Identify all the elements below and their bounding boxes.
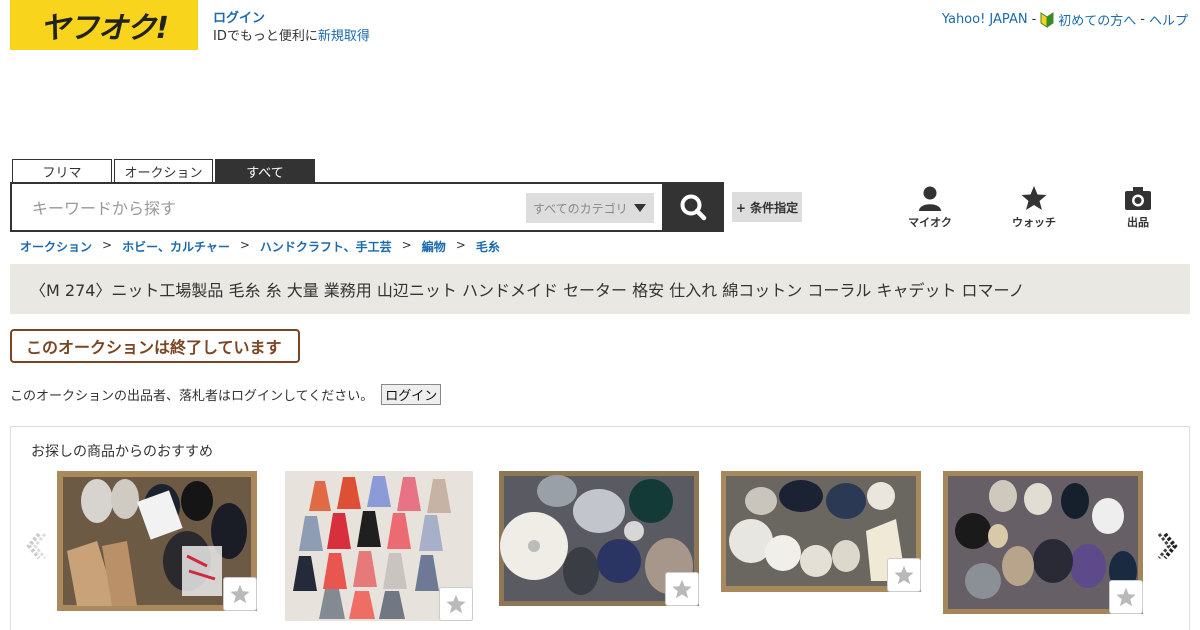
tab-all[interactable]: すべて — [215, 159, 315, 182]
logo-text: ヤフオク! — [39, 11, 169, 46]
category-select-label: すべてのカテゴリ — [533, 201, 628, 216]
my-auction-link[interactable]: マイオク — [900, 185, 960, 230]
login-block: ログイン IDでもっと便利に新規取得 — [213, 10, 370, 46]
item-title: 〈M 274〉ニット工場製品 毛糸 糸 大量 業務用 山辺ニット ハンドメイド … — [30, 281, 1025, 300]
sell-label: 出品 — [1127, 216, 1149, 229]
breadcrumb-item[interactable]: ホビー、カルチャー — [122, 238, 230, 255]
condition-button[interactable]: + 条件指定 — [732, 192, 802, 222]
star-icon — [1116, 587, 1136, 607]
watch-add-button[interactable] — [887, 558, 921, 592]
header-links: Yahoo! JAPAN - 初めての方へ - ヘルプ — [942, 10, 1188, 29]
signup-link[interactable]: 新規取得 — [318, 29, 370, 44]
recommend-item[interactable] — [57, 471, 257, 611]
recommendations-title: お探しの商品からのおすすめ — [31, 444, 213, 460]
search-tabs: フリマ オークション すべて — [12, 159, 315, 182]
watch-add-button[interactable] — [665, 572, 699, 606]
watch-label: ウォッチ — [1012, 216, 1056, 229]
first-time-link[interactable]: 初めての方へ — [1058, 10, 1136, 29]
search-icon — [680, 194, 707, 221]
carousel-prev-icon[interactable] — [25, 531, 47, 561]
item-title-bar: 〈M 274〉ニット工場製品 毛糸 糸 大量 業務用 山辺ニット ハンドメイド … — [10, 264, 1190, 314]
breadcrumb-item[interactable]: 編物 — [422, 238, 446, 255]
recommend-item[interactable] — [285, 471, 473, 621]
breadcrumb-item[interactable]: オークション — [20, 238, 92, 255]
user-icon — [919, 186, 941, 211]
star-icon — [230, 584, 250, 604]
watch-link[interactable]: ウォッチ — [1004, 185, 1064, 230]
search-button[interactable] — [662, 182, 724, 232]
recommendations-panel: お探しの商品からのおすすめ — [10, 426, 1190, 630]
login-prompt: このオークションの出品者、落札者はログインしてください。 ログイン — [10, 384, 442, 405]
breadcrumb-sep: > — [102, 238, 113, 252]
sell-link[interactable]: 出品 — [1108, 185, 1168, 230]
tab-flea-market[interactable]: フリマ — [12, 159, 112, 182]
beginner-mark-icon — [1040, 11, 1054, 28]
help-link[interactable]: ヘルプ — [1149, 10, 1188, 29]
breadcrumb-item[interactable]: ハンドクラフト、手工芸 — [260, 238, 392, 255]
search-bar: すべてのカテゴリ — [10, 182, 724, 232]
star-icon — [446, 594, 466, 614]
breadcrumb-sep: > — [401, 238, 412, 252]
login-link[interactable]: ログイン — [213, 10, 370, 28]
tab-auction[interactable]: オークション — [114, 159, 213, 182]
camera-icon — [1125, 187, 1151, 210]
carousel-next-icon[interactable] — [1157, 531, 1179, 561]
recommend-item[interactable] — [499, 471, 699, 606]
star-icon — [1021, 186, 1047, 210]
login-sub-text: IDでもっと便利に — [213, 29, 318, 44]
header-link-sep: - — [1140, 12, 1145, 27]
star-icon — [894, 565, 914, 585]
recommend-item[interactable] — [721, 471, 921, 592]
auction-ended-notice: このオークションは終了しています — [10, 329, 300, 363]
breadcrumb-sep: > — [239, 238, 250, 252]
login-button[interactable]: ログイン — [381, 384, 442, 405]
breadcrumb-item[interactable]: 毛糸 — [476, 238, 500, 255]
watch-add-button[interactable] — [1109, 580, 1143, 614]
chevron-down-icon — [634, 204, 646, 212]
header-link-sep: - — [1031, 12, 1037, 27]
login-prompt-text: このオークションの出品者、落札者はログインしてください。 — [10, 389, 374, 404]
watch-add-button[interactable] — [439, 587, 473, 621]
yahuoku-logo[interactable]: ヤフオク! — [10, 0, 198, 50]
breadcrumb-sep: > — [455, 238, 466, 252]
recommend-item[interactable] — [943, 471, 1143, 614]
category-select[interactable]: すべてのカテゴリ — [526, 193, 654, 223]
star-icon — [672, 579, 692, 599]
search-input[interactable] — [32, 196, 512, 220]
breadcrumb: オークション > ホビー、カルチャー > ハンドクラフト、手工芸 > 編物 > … — [20, 238, 500, 255]
watch-add-button[interactable] — [223, 577, 257, 611]
login-sub: IDでもっと便利に新規取得 — [213, 29, 370, 44]
my-auction-label: マイオク — [908, 216, 952, 229]
yahoo-japan-link[interactable]: Yahoo! JAPAN — [942, 12, 1028, 27]
